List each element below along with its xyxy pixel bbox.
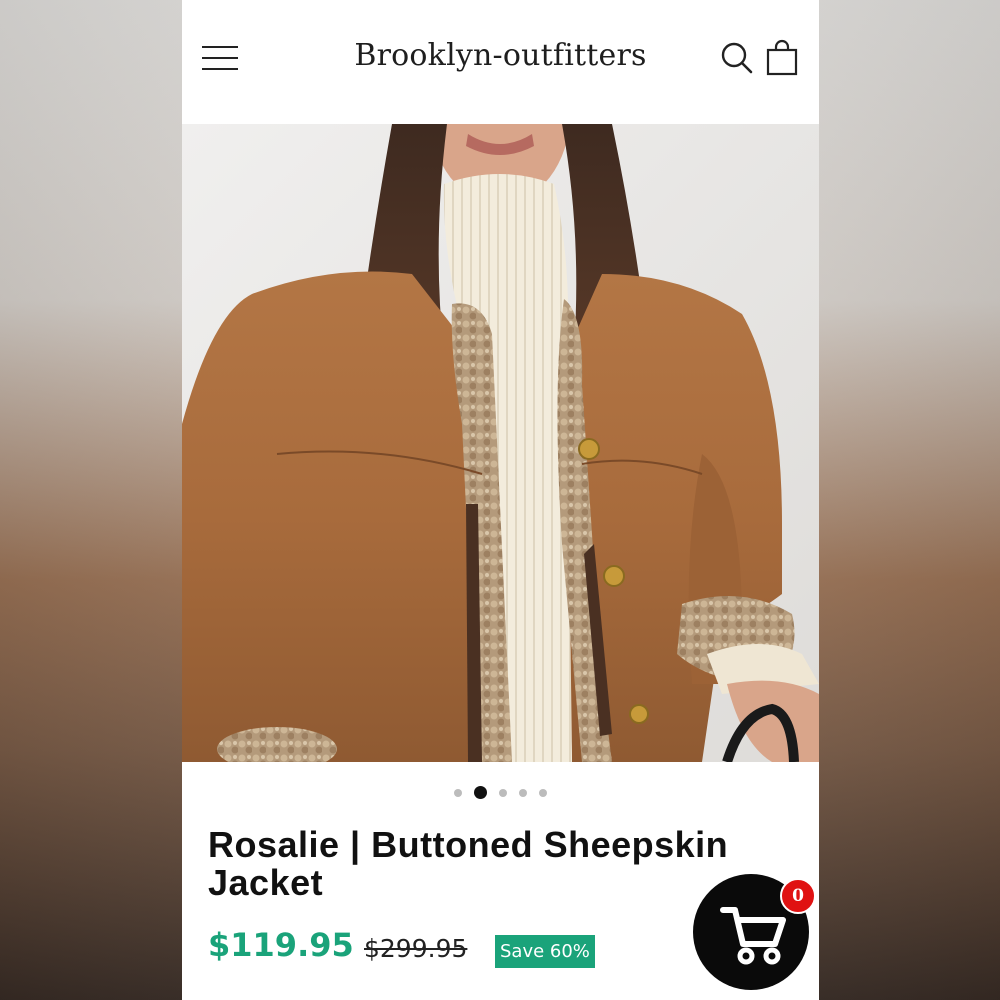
search-icon[interactable] bbox=[718, 38, 758, 78]
slide-dot[interactable] bbox=[499, 788, 507, 797]
phone-screen: Brooklyn-outfitters Rosalie | Buttoned S… bbox=[182, 0, 819, 1000]
discount-badge: Save 60% bbox=[495, 935, 595, 968]
slide-dot[interactable] bbox=[539, 788, 547, 797]
top-navigation-bar: Brooklyn-outfitters bbox=[182, 0, 819, 124]
slide-dot[interactable] bbox=[519, 788, 527, 797]
compare-at-price: $299.95 bbox=[364, 934, 468, 963]
slide-dot[interactable] bbox=[454, 788, 462, 797]
gallery-pagination bbox=[182, 784, 819, 800]
cart-count-badge: 0 bbox=[780, 878, 816, 914]
sale-price: $119.95 bbox=[208, 926, 354, 964]
shopping-bag-icon[interactable] bbox=[762, 38, 802, 78]
slide-dot-active[interactable] bbox=[474, 786, 487, 800]
product-image[interactable] bbox=[182, 124, 819, 762]
